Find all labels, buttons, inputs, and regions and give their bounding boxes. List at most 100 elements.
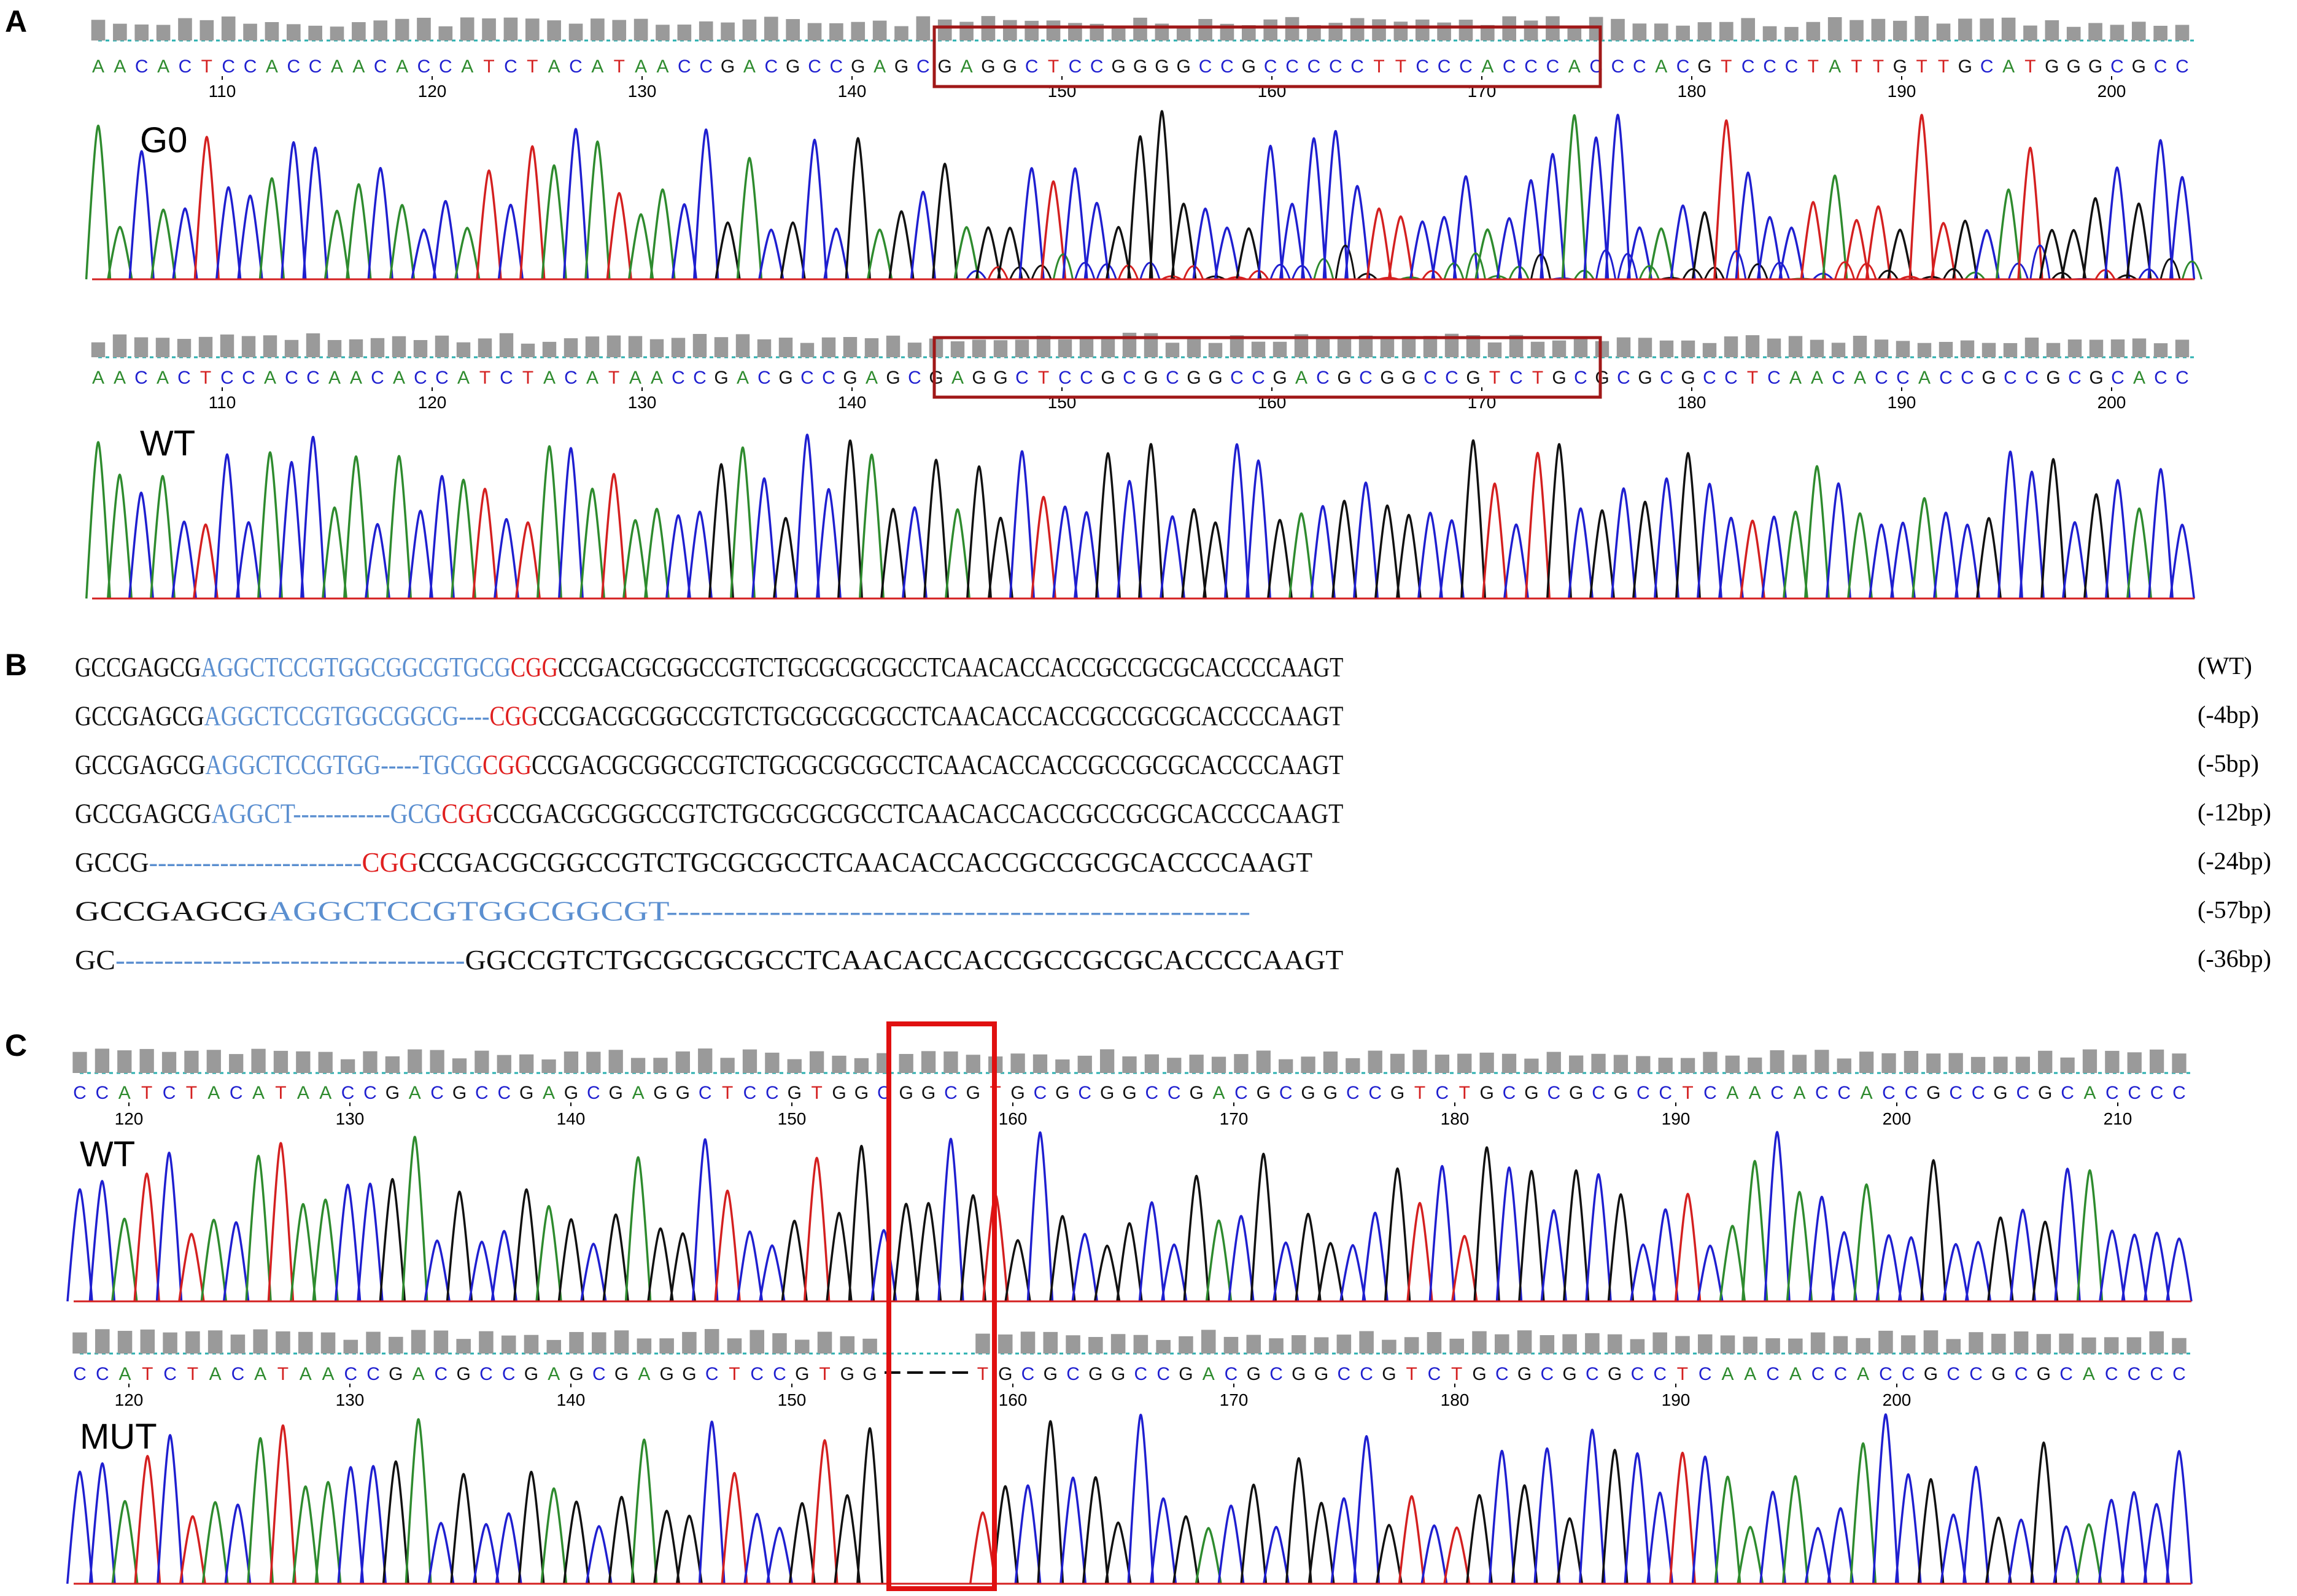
base-call: A (2133, 368, 2145, 388)
quality-bar (2067, 339, 2082, 357)
trace-peak (312, 1198, 339, 1302)
quality-bar (1077, 1055, 1092, 1073)
quality-bar (1457, 1053, 1472, 1073)
panel-c-mut-label: MUT (80, 1417, 157, 1457)
quality-bar (2045, 20, 2059, 41)
trace-peak (601, 473, 627, 599)
trace-peak (1737, 1525, 1764, 1584)
base-call: C (1633, 56, 1646, 77)
quality-bar (1697, 22, 1712, 41)
base-call: T (141, 1083, 152, 1103)
trace-peak (1582, 136, 1609, 280)
base-call: C (1230, 368, 1244, 388)
base-call: G (1401, 368, 1416, 388)
quality-bar (564, 338, 578, 357)
quality-bar (1314, 1337, 1329, 1354)
trace-peak (222, 1221, 250, 1302)
trace-peak (1439, 519, 1465, 599)
quality-bar (2175, 25, 2190, 41)
trace-peak (1843, 219, 1870, 280)
quality-bar (1404, 1337, 1419, 1354)
trace-peak (494, 517, 519, 599)
trace-peak (519, 145, 546, 280)
quality-bar (1144, 1054, 1160, 1073)
base-call: C (1939, 368, 1953, 388)
trace-peak (1556, 1517, 1584, 1584)
trace-peak (1697, 1244, 1724, 1302)
base-call: G (1893, 56, 1907, 77)
position-label: 110 (209, 82, 236, 101)
trace-peak (1540, 153, 1566, 280)
trace-peak (602, 1213, 629, 1302)
quality-bar (786, 19, 800, 41)
base-call: C (2175, 368, 2189, 388)
base-call: C (1090, 56, 1104, 77)
trace-peak (245, 1155, 272, 1302)
quality-bar (1654, 23, 1668, 41)
quality-bar (430, 1050, 444, 1073)
trace-peak (193, 136, 220, 280)
quality-bar (1958, 18, 1972, 41)
quality-bar (633, 18, 648, 41)
trace-peak (624, 1156, 652, 1302)
quality-bar (478, 338, 492, 357)
trace-peak (647, 1227, 674, 1302)
trace-peak (888, 210, 915, 280)
quality-bar (2149, 1049, 2164, 1073)
trace-peak (107, 225, 133, 280)
quality-bar (435, 335, 449, 357)
trace-peak (816, 488, 842, 599)
quality-bar (692, 334, 707, 357)
alignment-tag: (WT) (2198, 652, 2252, 680)
base-call: C (2154, 368, 2167, 388)
base-call: G (1144, 368, 1158, 388)
alignment-segment: GGCCGTCTGCGCGCGCCTCAACACCACCGCCGCGCACCCC… (465, 944, 1344, 975)
base-call: A (1744, 1364, 1756, 1384)
base-call: A (457, 368, 470, 388)
trace-peak (1398, 1495, 1425, 1584)
base-call: C (2128, 1083, 2141, 1103)
base-call: C (500, 368, 513, 388)
quality-bar (1552, 340, 1567, 357)
trace-peak (1800, 201, 1826, 280)
trace-peak (715, 221, 741, 280)
trace-peak (1601, 1449, 1629, 1584)
trace-peak (1307, 1501, 1335, 1584)
quality-bar (1272, 341, 1287, 357)
base-call: G (1010, 1083, 1025, 1103)
trace-peak (85, 441, 111, 599)
quality-bar (2110, 25, 2125, 41)
trace-peak (1865, 205, 1892, 280)
base-call: G (1466, 368, 1480, 388)
position-label: 210 (2104, 1109, 2132, 1128)
trace-peak (1897, 1236, 1925, 1302)
trace-peak (671, 203, 698, 280)
quality-bar (1495, 1334, 1509, 1354)
alignment-segment: CGG (482, 749, 532, 780)
position-label: 190 (1662, 1109, 1691, 1128)
base-call: C (1611, 56, 1625, 77)
base-call: A (413, 1364, 425, 1384)
base-call: C (374, 56, 387, 77)
quality-bar (1770, 1050, 1784, 1073)
trace-peak (1804, 1527, 1832, 1584)
base-call: C (1269, 1364, 1283, 1384)
base-call: T (479, 368, 490, 388)
trace-peak (1082, 1476, 1109, 1584)
trace-peak (721, 1471, 748, 1584)
position-label: 140 (557, 1390, 586, 1409)
quality-bar (296, 1051, 311, 1073)
quality-bar (1878, 1330, 1893, 1354)
base-call: C (1307, 56, 1321, 77)
base-call: T (1373, 56, 1384, 77)
base-call: G (2045, 56, 2059, 77)
trace-peak (1384, 1167, 1411, 1302)
trace-peak (2143, 1503, 2171, 1584)
quality-bar (413, 339, 428, 357)
quality-bar (735, 334, 750, 357)
quality-bar (1472, 1331, 1487, 1354)
base-call: C (2128, 1364, 2141, 1384)
trace-peak (2169, 524, 2195, 599)
panel-a-wt-track: AACACTCCACCAACACCATCTACATAACCGACGCCGAGCG… (85, 333, 2195, 600)
quality-bar (1010, 1053, 1025, 1073)
